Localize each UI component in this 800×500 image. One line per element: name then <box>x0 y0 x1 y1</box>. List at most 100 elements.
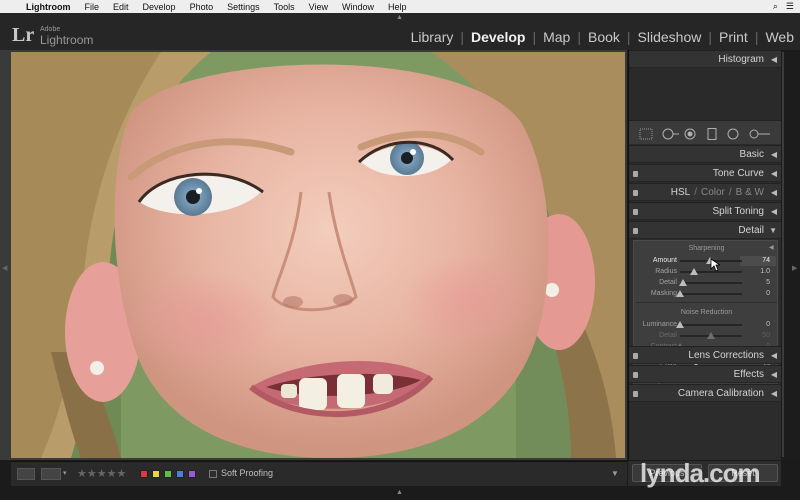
radius-value[interactable]: 1.0 <box>760 268 770 275</box>
menu-settings[interactable]: Settings <box>227 2 260 12</box>
develop-right-panel: Histogram ◀ Basic ◀ Tone Curve ◀ HSL / C… <box>628 50 782 460</box>
noise-reduction-heading: Noise Reduction <box>680 309 733 316</box>
noise-detail-row: Detail 50 <box>634 331 779 341</box>
color-label-yellow[interactable] <box>152 470 160 478</box>
effects-panel-header[interactable]: Effects ◀ <box>629 365 782 383</box>
split-toning-panel-header[interactable]: Split Toning ◀ <box>629 202 782 220</box>
module-map[interactable]: Map <box>543 29 570 45</box>
color-label-purple[interactable] <box>188 470 196 478</box>
split-toning-title: Split Toning <box>712 206 764 217</box>
noise-luminance-row: Luminance 0 <box>634 320 779 330</box>
panel-switch-icon[interactable] <box>633 353 638 359</box>
luminance-slider-handle[interactable] <box>676 321 684 328</box>
crop-tool-icon[interactable] <box>639 127 653 145</box>
radius-slider-handle[interactable] <box>689 268 698 275</box>
hsl-panel-header[interactable]: HSL / Color / B & W ◀ <box>629 183 782 201</box>
loupe-view <box>0 50 627 460</box>
lens-corrections-panel-header[interactable]: Lens Corrections ◀ <box>629 346 782 364</box>
brand-lightroom: Lightroom <box>40 33 94 47</box>
collapse-triangle-icon: ◀ <box>770 389 777 398</box>
amount-value[interactable]: 74 <box>762 257 770 264</box>
module-web[interactable]: Web <box>765 29 794 45</box>
menu-help[interactable]: Help <box>388 2 407 12</box>
module-develop[interactable]: Develop <box>471 29 525 45</box>
menu-tools[interactable]: Tools <box>274 2 295 12</box>
lens-corrections-title: Lens Corrections <box>688 350 764 361</box>
menu-window[interactable]: Window <box>342 2 374 12</box>
before-after-button[interactable] <box>41 468 61 480</box>
menu-view[interactable]: View <box>309 2 328 12</box>
adjustment-brush-icon[interactable] <box>749 127 771 145</box>
detail-value[interactable]: 5 <box>766 279 770 286</box>
hsl-tab[interactable]: HSL <box>671 187 690 198</box>
detail-value[interactable]: 50 <box>762 332 770 339</box>
collapse-top-panel-icon[interactable]: ▲ <box>396 14 403 21</box>
luminance-slider-track[interactable] <box>680 324 742 326</box>
menu-lightroom[interactable]: Lightroom <box>26 2 71 12</box>
photo-preview[interactable] <box>11 52 625 458</box>
radial-filter-icon[interactable] <box>727 127 739 145</box>
module-print[interactable]: Print <box>719 29 748 45</box>
luminance-value[interactable]: 0 <box>766 321 770 328</box>
menu-develop[interactable]: Develop <box>143 2 176 12</box>
histogram-area <box>629 68 782 120</box>
panel-switch-icon[interactable] <box>633 190 638 196</box>
graduated-filter-icon[interactable] <box>707 127 717 145</box>
soft-proofing-label: Soft Proofing <box>221 468 274 478</box>
detail-preview-toggle-icon[interactable]: ◀ <box>769 244 774 251</box>
detail-slider-handle[interactable] <box>707 332 715 339</box>
menu-edit[interactable]: Edit <box>113 2 129 12</box>
search-icon[interactable]: ⌕ <box>773 1 778 12</box>
expanded-triangle-icon: ▼ <box>769 226 777 235</box>
tool-strip <box>629 120 782 144</box>
panel-switch-icon[interactable] <box>633 391 638 397</box>
masking-value[interactable]: 0 <box>766 290 770 297</box>
loupe-view-button[interactable] <box>17 468 35 480</box>
brand-adobe: Adobe <box>40 26 61 33</box>
bottom-toolbar: ▾ ★★★★★ Soft Proofing ▼ <box>11 461 627 486</box>
collapse-bottom-panel-icon[interactable]: ▲ <box>396 489 403 496</box>
masking-slider-track[interactable] <box>680 293 742 295</box>
menu-photo[interactable]: Photo <box>190 2 214 12</box>
soft-proofing-checkbox[interactable] <box>209 470 217 478</box>
toolbar-menu-icon[interactable]: ▼ <box>611 469 619 478</box>
sharp-masking-row: Masking 0 <box>634 289 779 299</box>
masking-slider-handle[interactable] <box>676 290 684 297</box>
watermark: lynda.com <box>640 458 761 488</box>
panel-switch-icon[interactable] <box>633 228 638 234</box>
sharp-radius-row: Radius 1.0 <box>634 267 779 277</box>
amount-label: Amount <box>652 257 677 264</box>
color-label-blue[interactable] <box>176 470 184 478</box>
panel-switch-icon[interactable] <box>633 372 638 378</box>
color-label-red[interactable] <box>140 470 148 478</box>
module-book[interactable]: Book <box>588 29 620 45</box>
histogram-panel-header[interactable]: Histogram ◀ <box>629 50 782 68</box>
sharpening-heading: Sharpening <box>688 245 725 252</box>
collapse-triangle-icon: ◀ <box>770 169 777 178</box>
panel-switch-icon[interactable] <box>633 209 638 215</box>
detail-slider-track[interactable] <box>680 282 742 284</box>
collapse-left-panel-icon[interactable]: ◀ <box>2 264 7 272</box>
camera-calibration-panel-header[interactable]: Camera Calibration ◀ <box>629 384 782 402</box>
tone-curve-title: Tone Curve <box>712 168 764 179</box>
color-label-green[interactable] <box>164 470 172 478</box>
detail-slider-handle[interactable] <box>679 279 688 286</box>
list-icon[interactable]: ☰ <box>786 1 794 12</box>
detail-panel-header[interactable]: Detail ▼ <box>629 221 782 239</box>
tone-curve-panel-header[interactable]: Tone Curve ◀ <box>629 164 782 182</box>
panel-switch-icon[interactable] <box>633 171 638 177</box>
chevron-down-icon[interactable]: ▾ <box>63 469 67 477</box>
color-tab[interactable]: Color <box>701 187 725 198</box>
red-eye-icon[interactable] <box>684 127 696 145</box>
panel-scrollbar-thumb[interactable] <box>782 52 784 457</box>
collapse-triangle-icon: ◀ <box>770 351 777 360</box>
module-library[interactable]: Library <box>411 29 454 45</box>
bw-tab[interactable]: B & W <box>736 187 764 198</box>
basic-panel-header[interactable]: Basic ◀ <box>629 145 782 163</box>
collapse-right-panel-icon[interactable]: ▶ <box>792 264 797 272</box>
menu-file[interactable]: File <box>85 2 100 12</box>
collapse-triangle-icon: ◀ <box>770 370 777 379</box>
spot-removal-icon[interactable] <box>662 127 680 145</box>
module-slideshow[interactable]: Slideshow <box>638 29 702 45</box>
star-rating[interactable]: ★★★★★ <box>77 467 126 480</box>
